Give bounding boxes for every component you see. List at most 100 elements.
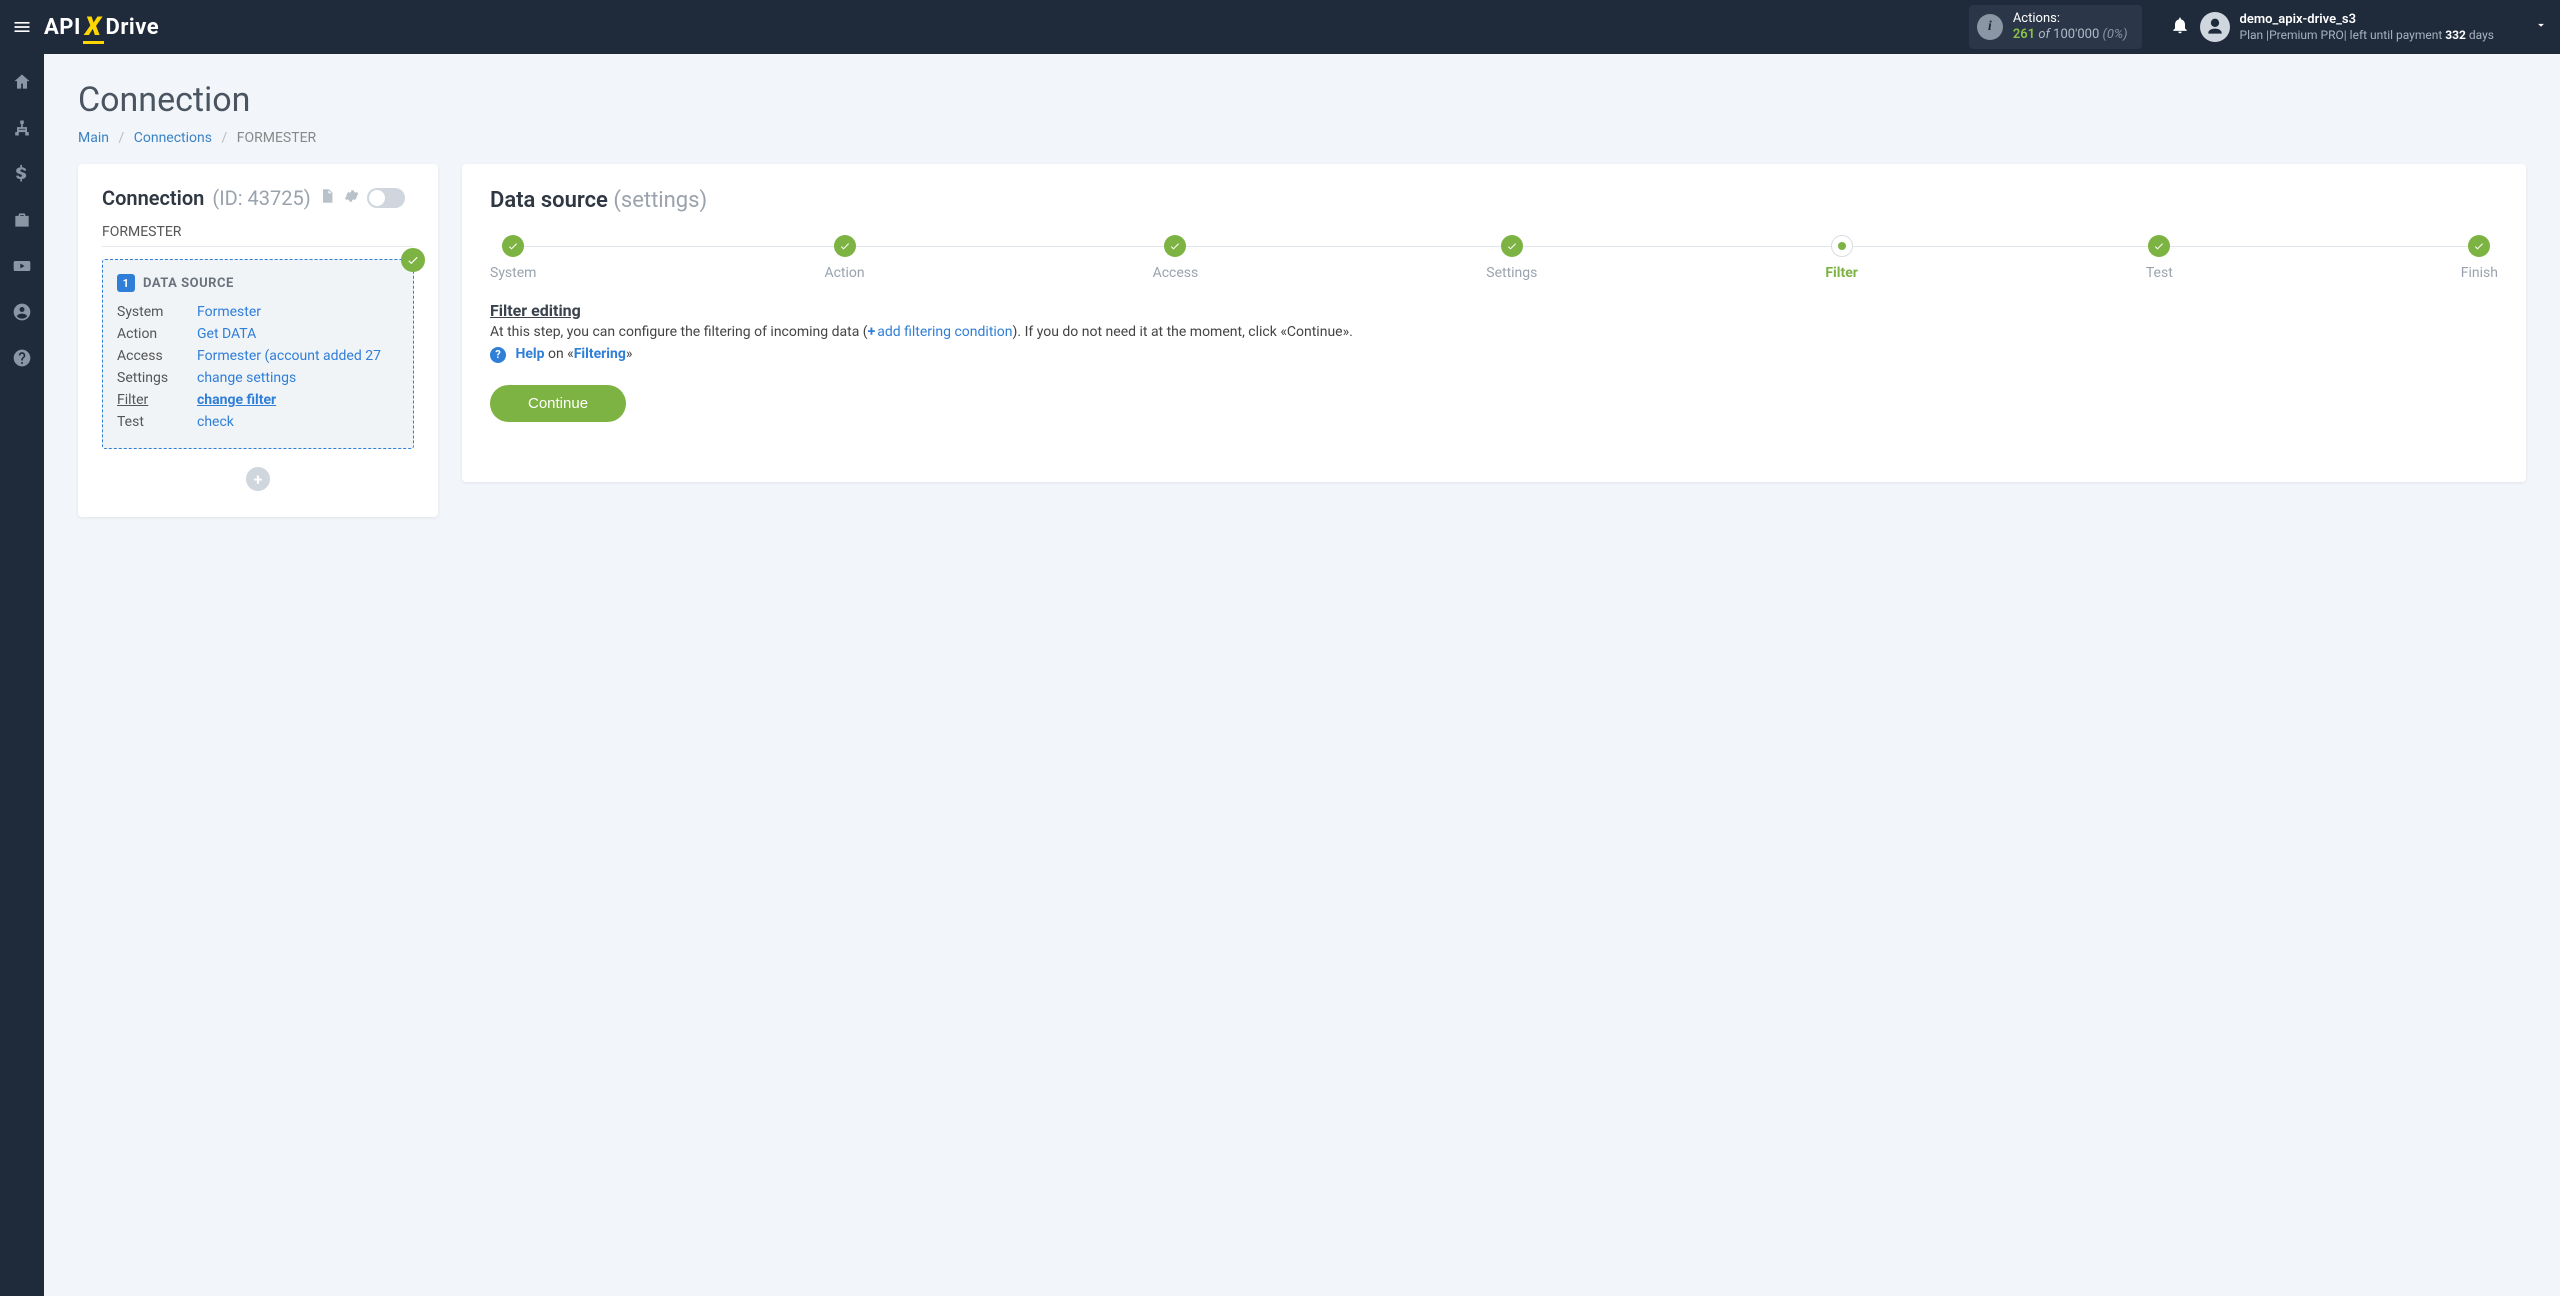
data-source-title: 1 DATA SOURCE — [117, 274, 399, 292]
step-access[interactable]: Access — [1153, 235, 1199, 281]
continue-button[interactable]: Continue — [490, 385, 626, 422]
step-action[interactable]: Action — [824, 235, 864, 281]
file-icon — [319, 188, 335, 204]
user-menu[interactable]: demo_apix-drive_s3 Plan |Premium PRO| le… — [2200, 12, 2494, 42]
step-dot — [1501, 235, 1523, 257]
check-icon — [406, 253, 420, 267]
step-system[interactable]: System — [490, 235, 536, 281]
nav-video[interactable] — [0, 256, 44, 280]
nav-account[interactable] — [0, 302, 44, 326]
actions-of: of — [2038, 27, 2050, 42]
breadcrumb: Main / Connections / FORMESTER — [78, 130, 2526, 146]
ds-row-value: change settings — [197, 370, 399, 386]
actions-percent: (0%) — [2103, 27, 2128, 42]
ds-row-key: Filter — [117, 392, 197, 408]
step-dot — [1164, 235, 1186, 257]
ds-row-value: Formester — [197, 304, 399, 320]
data-source-box: 1 DATA SOURCE SystemFormesterActionGet D… — [102, 259, 414, 449]
step-test[interactable]: Test — [2146, 235, 2173, 281]
step-dot — [834, 235, 856, 257]
ds-row-link[interactable]: change settings — [197, 370, 296, 386]
user-name: demo_apix-drive_s3 — [2240, 12, 2494, 28]
breadcrumb-current: FORMESTER — [237, 130, 316, 146]
actions-label: Actions: — [2013, 11, 2128, 27]
home-icon — [12, 72, 32, 92]
user-icon — [2205, 17, 2225, 37]
help-link[interactable]: Help — [515, 346, 544, 362]
user-text: demo_apix-drive_s3 Plan |Premium PRO| le… — [2240, 12, 2494, 42]
add-step-button[interactable]: + — [246, 467, 270, 491]
connection-card: Connection (ID: 43725) FORMESTER — [78, 164, 438, 517]
logo[interactable]: API X Drive — [44, 12, 159, 42]
avatar — [2200, 12, 2230, 42]
ds-row-link[interactable]: Get DATA — [197, 326, 256, 342]
step-label: Test — [2146, 265, 2173, 281]
nav-briefcase[interactable] — [0, 210, 44, 234]
actions-counter[interactable]: i Actions: 261 of 100'000 (0%) — [1969, 5, 2142, 48]
copy-button[interactable] — [319, 188, 335, 208]
hamburger-icon — [12, 17, 32, 37]
step-dot — [502, 235, 524, 257]
step-dot — [2148, 235, 2170, 257]
user-menu-chevron[interactable] — [2534, 18, 2548, 36]
breadcrumb-connections[interactable]: Connections — [134, 130, 212, 146]
ds-row-link[interactable]: change filter — [197, 392, 276, 408]
nav-help[interactable] — [0, 348, 44, 372]
gear-icon — [343, 188, 359, 204]
breadcrumb-main[interactable]: Main — [78, 130, 109, 146]
connection-id: (ID: 43725) — [212, 186, 310, 210]
ds-row-link[interactable]: Formester — [197, 304, 261, 320]
user-plan: Plan |Premium PRO| left until payment 33… — [2240, 28, 2494, 42]
menu-button[interactable] — [0, 0, 44, 54]
ds-row-value: Get DATA — [197, 326, 399, 342]
data-source-status-icon — [401, 248, 425, 272]
connection-name: FORMESTER — [102, 224, 414, 240]
step-label: Finish — [2461, 265, 2498, 281]
ds-row-value: check — [197, 414, 399, 430]
help-icon: ? — [490, 347, 506, 363]
step-label: Settings — [1486, 265, 1537, 281]
sitemap-icon — [12, 118, 32, 138]
app-header: API X Drive i Actions: 261 of 100'000 (0… — [0, 0, 2560, 54]
filter-description: At this step, you can configure the filt… — [490, 324, 2498, 340]
step-label: Action — [824, 265, 864, 281]
check-icon — [507, 240, 519, 252]
question-icon — [12, 348, 32, 368]
step-dot — [2468, 235, 2490, 257]
logo-drive: Drive — [106, 15, 160, 40]
sidebar — [0, 54, 44, 1296]
ds-row-link[interactable]: check — [197, 414, 234, 430]
add-filtering-link[interactable]: +add filtering condition — [868, 324, 1013, 340]
nav-connections[interactable] — [0, 118, 44, 142]
nav-billing[interactable] — [0, 164, 44, 188]
page: Connection Main / Connections / FORMESTE… — [44, 54, 2560, 1296]
connection-toggle[interactable] — [367, 188, 405, 208]
chevron-down-icon — [2534, 18, 2548, 32]
check-icon — [1169, 240, 1181, 252]
step-label: Filter — [1825, 265, 1858, 281]
step-label: System — [490, 265, 536, 281]
step-label: Access — [1153, 265, 1199, 281]
notifications-button[interactable] — [2160, 15, 2200, 40]
ds-row-key: Settings — [117, 370, 197, 386]
step-settings[interactable]: Settings — [1486, 235, 1537, 281]
help-topic-link[interactable]: Filtering — [574, 346, 626, 362]
step-finish[interactable]: Finish — [2461, 235, 2498, 281]
panel-title: Data source (settings) — [490, 188, 2498, 213]
help-row: ? Help on «Filtering» — [490, 346, 2498, 363]
settings-button[interactable] — [343, 188, 359, 208]
ds-row-value: change filter — [197, 392, 399, 408]
actions-limit: 100'000 — [2053, 27, 2099, 42]
ds-row-value: Formester (account added 27 — [197, 348, 399, 364]
nav-home[interactable] — [0, 72, 44, 96]
check-icon — [839, 240, 851, 252]
info-icon: i — [1977, 14, 2003, 40]
step-filter[interactable]: Filter — [1825, 235, 1858, 281]
ds-row-link[interactable]: Formester (account added 27 — [197, 348, 381, 364]
data-source-panel: Data source (settings) System Action Acces… — [462, 164, 2526, 482]
plus-icon: + — [868, 324, 876, 340]
ds-row-key: Test — [117, 414, 197, 430]
ds-row-key: Access — [117, 348, 197, 364]
data-source-number: 1 — [117, 274, 135, 292]
bell-icon — [2170, 15, 2190, 35]
